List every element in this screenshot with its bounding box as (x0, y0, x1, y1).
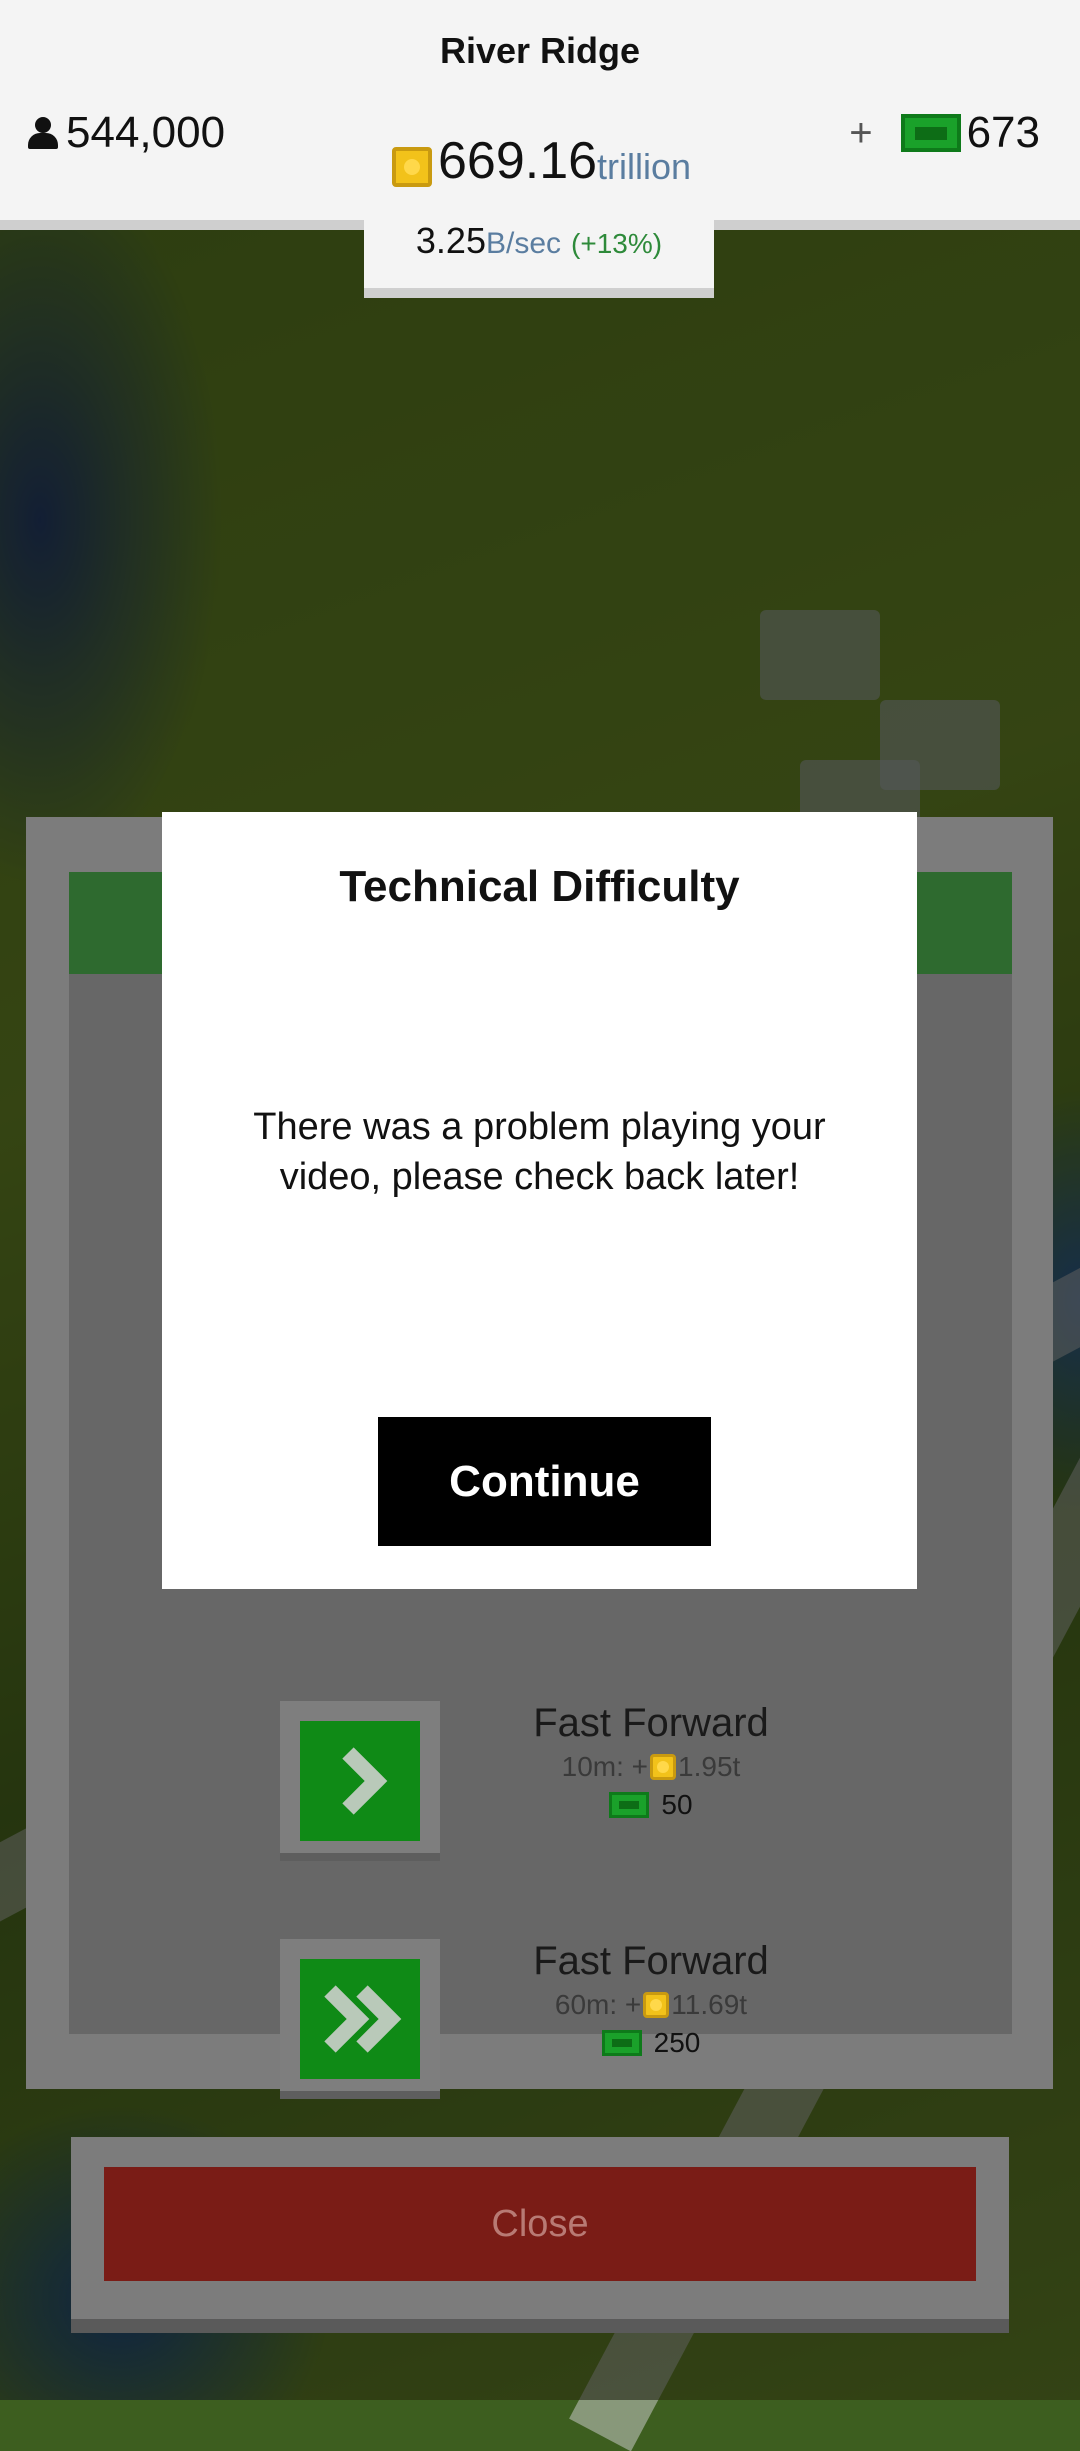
fast-forward-reward: 60m: + 11.69t (441, 1989, 861, 2021)
fast-forward-duration: 10m: + (561, 1751, 649, 1782)
fast-forward-reward-value: 1.95t (678, 1751, 741, 1782)
error-dialog: Technical Difficulty There was a problem… (162, 812, 917, 1589)
money-unit: trillion (597, 146, 692, 187)
money-counter: 669.16 trillion (392, 135, 691, 187)
fast-forward-reward: 10m: + 1.95t (441, 1751, 861, 1783)
cash-bill-icon (601, 2030, 642, 2056)
cash-bill-icon (609, 1792, 650, 1818)
close-button-frame: Close (71, 2137, 1009, 2333)
city-name: River Ridge (439, 30, 641, 71)
single-chevron-icon (300, 1721, 420, 1841)
fast-forward-cost: 250 (441, 2027, 861, 2059)
fast-forward-button[interactable] (280, 1701, 440, 1861)
double-chevron-icon (300, 1959, 420, 2079)
cash-counter[interactable]: + 673 (849, 108, 1040, 158)
fast-forward-cost: 50 (441, 1789, 861, 1821)
fast-forward-title: Fast Forward (533, 1701, 769, 1745)
fast-forward-row[interactable]: Fast Forward 60m: + 11.69t 250 (69, 1939, 1012, 2099)
population-value: 544,000 (66, 108, 226, 157)
cash-value: 673 (966, 108, 1040, 157)
money-amount: 669.16 (438, 132, 598, 190)
close-button[interactable]: Close (104, 2167, 976, 2281)
coin-icon (650, 1754, 677, 1780)
fast-forward-cost-value: 50 (661, 1789, 693, 1820)
continue-button[interactable]: Continue (378, 1417, 711, 1546)
add-cash-button[interactable]: + (849, 111, 872, 156)
coin-icon (392, 147, 432, 187)
fast-forward-button[interactable] (280, 1939, 440, 2099)
cash-bill-icon (900, 114, 961, 152)
fast-forward-reward-value: 11.69t (671, 1989, 748, 2020)
dialog-title: Technical Difficulty (339, 862, 740, 911)
rate-bonus: (+13%) (571, 228, 663, 259)
rate-value: 3.25 (415, 220, 486, 261)
fast-forward-cost-value: 250 (653, 2027, 701, 2058)
fast-forward-title: Fast Forward (533, 1939, 769, 1983)
rate-unit: B/sec (485, 227, 562, 260)
person-icon (26, 115, 60, 151)
income-rate: 3.25B/sec (+13%) (364, 220, 714, 262)
fast-forward-row[interactable]: Fast Forward 10m: + 1.95t 50 (69, 1701, 1012, 1861)
fast-forward-duration: 60m: + (554, 1989, 642, 2020)
dialog-message: There was a problem playing your video, … (253, 1106, 826, 1198)
coin-icon (643, 1992, 670, 2018)
top-hud: River Ridge 544,000 669.16 trillion 3.25… (0, 0, 1080, 298)
population-counter: 544,000 (26, 108, 225, 158)
